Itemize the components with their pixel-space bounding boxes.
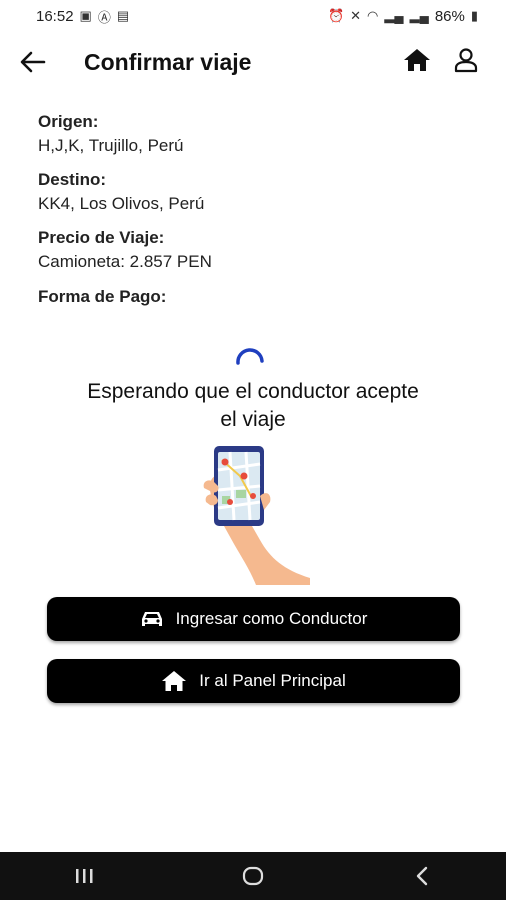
payment-section: Forma de Pago:: [38, 287, 166, 307]
driver-login-label: Ingresar como Conductor: [175, 609, 368, 628]
payment-label: Forma de Pago:: [38, 287, 167, 306]
wifi-icon: ◠: [367, 8, 379, 23]
waiting-line-1: Esperando que el conductor acepte: [87, 380, 419, 403]
destination-section: Destino: KK4, Los Olivos, Perú: [38, 170, 204, 214]
arrow-left-icon: [20, 51, 46, 73]
back-button[interactable]: [18, 48, 48, 76]
main-panel-button[interactable]: Ir al Panel Principal: [47, 659, 460, 703]
home-nav-button[interactable]: [223, 856, 283, 896]
battery-icon: ▮: [470, 8, 478, 23]
car-icon: [141, 612, 162, 626]
recent-apps-icon: [76, 869, 93, 883]
battery-percent: 86%: [434, 7, 465, 25]
price-label: Precio de Viaje:: [38, 228, 165, 247]
recent-apps-button[interactable]: [54, 856, 114, 896]
image-icon: ▣: [79, 8, 92, 23]
status-bar: 16:52 ▣ Ⓐ ▤ ⏰ ✕ ◠ ▂▄ ▂▄ 86% ▮: [0, 0, 506, 32]
gps-icon: ▤: [116, 8, 130, 23]
user-icon: [454, 48, 478, 73]
price-value: Camioneta: 2.857 PEN: [38, 252, 212, 271]
app-bar: Confirmar viaje: [0, 38, 506, 86]
alarm-icon: ⏰: [327, 8, 345, 23]
origin-section: Origen: H,J,K, Trujillo, Perú: [38, 112, 184, 156]
driver-login-button[interactable]: Ingresar como Conductor: [47, 597, 460, 641]
home-icon: [404, 49, 430, 71]
home-button[interactable]: [402, 46, 432, 74]
price-section: Precio de Viaje: Camioneta: 2.857 PEN: [38, 228, 212, 272]
mute-icon: ✕: [350, 8, 362, 23]
signal-icon: ▂▄: [384, 8, 404, 23]
origin-label: Origen:: [38, 112, 99, 131]
back-nav-button[interactable]: [392, 856, 452, 896]
main-panel-label: Ir al Panel Principal: [199, 671, 346, 690]
a-icon: Ⓐ: [97, 9, 111, 25]
page-title: Confirmar viaje: [84, 49, 252, 75]
home-circle-icon: [242, 866, 264, 886]
waiting-message: Esperando que el conductor acepte el via…: [40, 378, 466, 434]
home-icon: [162, 671, 187, 691]
origin-value: H,J,K, Trujillo, Perú: [38, 136, 184, 155]
system-nav-bar: [0, 852, 506, 900]
chevron-left-icon: [416, 866, 427, 886]
profile-button[interactable]: [452, 46, 480, 74]
destination-value: KK4, Los Olivos, Perú: [38, 194, 205, 213]
signal-icon: ▂▄: [409, 8, 429, 23]
phone-map-illustration: [203, 446, 310, 585]
status-time: 16:52: [36, 7, 74, 25]
waiting-line-2: el viaje: [220, 408, 286, 431]
destination-label: Destino:: [38, 170, 106, 189]
